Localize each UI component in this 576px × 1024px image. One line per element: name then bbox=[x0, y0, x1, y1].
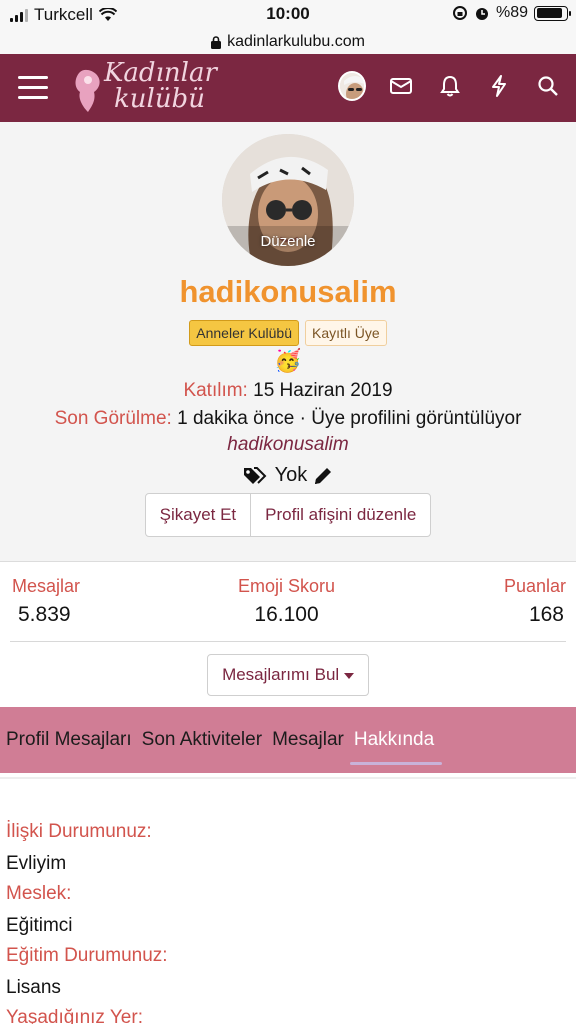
tab-about[interactable]: Hakkında bbox=[349, 729, 443, 765]
about-question: Meslek: bbox=[6, 883, 72, 904]
logo-icon bbox=[75, 69, 100, 112]
alarm-icon bbox=[475, 8, 488, 20]
stat-points-label: Puanlar bbox=[503, 576, 566, 596]
profile-stats: Mesajlar 5.839 Emoji Skoru 16.100 Puanla… bbox=[10, 562, 566, 642]
logo-line2: kulübü bbox=[114, 84, 205, 114]
joined-value: 15 Haziran 2019 bbox=[253, 380, 393, 401]
rotation-lock-icon bbox=[452, 6, 467, 20]
stat-messages[interactable]: Mesajlar 5.839 bbox=[12, 576, 80, 627]
status-indicators: %89 bbox=[452, 4, 571, 22]
status-bar: Turkcell 10:00 %89 bbox=[0, 0, 576, 30]
stat-messages-label: Mesajlar bbox=[12, 576, 81, 596]
search-icon[interactable] bbox=[534, 72, 562, 100]
about-question: Eğitim Durumunuz: bbox=[6, 945, 168, 966]
last-seen-value: 1 dakika önce · Üye profilini görüntülüy… bbox=[177, 408, 522, 429]
site-header: Kadınlar kulübü bbox=[0, 54, 576, 122]
stat-emoji-score: Emoji Skoru 16.100 bbox=[238, 576, 335, 627]
url-bar[interactable]: kadinlarkulubu.com bbox=[0, 30, 576, 54]
battery-percent: %89 bbox=[495, 4, 528, 21]
about-answer: Evliyim bbox=[6, 853, 67, 874]
last-seen-line: Son Görülme: 1 dakika önce · Üye profili… bbox=[0, 408, 576, 430]
lock-icon bbox=[211, 35, 222, 49]
report-button[interactable]: Şikayet Et bbox=[146, 494, 251, 536]
profile-header: Düzenle hadikonusalim Anneler Kulübü Kay… bbox=[0, 122, 576, 562]
pencil-icon[interactable] bbox=[313, 466, 333, 486]
stat-emoji-label: Emoji Skoru bbox=[238, 576, 336, 596]
badge-kayitli-uye[interactable]: Kayıtlı Üye bbox=[305, 320, 387, 346]
stat-messages-value: 5.839 bbox=[18, 603, 71, 626]
user-badges: Anneler Kulübü Kayıtlı Üye bbox=[0, 320, 576, 346]
find-messages-button[interactable]: Mesajlarımı Bul bbox=[207, 654, 369, 696]
last-seen-label: Son Görülme: bbox=[54, 408, 172, 429]
find-messages-label: Mesajlarımı Bul bbox=[222, 665, 340, 684]
stat-points-value: 168 bbox=[528, 603, 564, 626]
about-answer: Eğitimci bbox=[6, 915, 73, 936]
profile-avatar[interactable]: Düzenle bbox=[222, 134, 354, 266]
find-messages-row: Mesajlarımı Bul bbox=[0, 642, 576, 704]
tags-line: Yok bbox=[0, 464, 576, 487]
edit-banner-button[interactable]: Profil afişini düzenle bbox=[250, 494, 430, 536]
joined-label: Katılım: bbox=[183, 380, 248, 401]
profile-username: hadikonusalim bbox=[179, 274, 397, 309]
header-actions bbox=[338, 71, 562, 101]
stat-points[interactable]: Puanlar 168 bbox=[504, 576, 566, 627]
about-answer: Lisans bbox=[6, 977, 61, 998]
tab-profile-messages[interactable]: Profil Mesajları bbox=[6, 729, 132, 751]
site-logo[interactable]: Kadınlar kulübü bbox=[72, 60, 217, 112]
battery-icon bbox=[534, 5, 571, 21]
tab-messages[interactable]: Mesajlar bbox=[272, 729, 344, 751]
url-text: kadinlarkulubu.com bbox=[227, 33, 365, 50]
status-emoji: 🥳 bbox=[274, 348, 302, 373]
tab-recent-activity[interactable]: Son Aktiviteler bbox=[142, 729, 262, 751]
mail-icon[interactable] bbox=[387, 72, 415, 100]
about-question: Yaşadığınız Yer: bbox=[6, 1007, 143, 1024]
tags-icon bbox=[243, 466, 267, 484]
bell-icon[interactable] bbox=[436, 72, 464, 100]
tags-value: Yok bbox=[274, 464, 308, 486]
avatar-edit-label[interactable]: Düzenle bbox=[222, 233, 354, 250]
bolt-icon[interactable] bbox=[485, 72, 513, 100]
about-question: İlişki Durumunuz: bbox=[6, 821, 152, 842]
last-seen-user-link[interactable]: hadikonusalim bbox=[0, 434, 576, 456]
stat-emoji-value: 16.100 bbox=[254, 603, 319, 626]
joined-line: Katılım: 15 Haziran 2019 bbox=[0, 380, 576, 402]
avatar[interactable] bbox=[338, 71, 366, 101]
menu-icon[interactable] bbox=[18, 76, 48, 106]
about-section: İlişki Durumunuz: Evliyim Meslek: Eğitim… bbox=[0, 777, 576, 1024]
badge-anneler-kulubu[interactable]: Anneler Kulübü bbox=[189, 320, 300, 346]
profile-actions: Şikayet Et Profil afişini düzenle bbox=[144, 493, 432, 537]
caret-down-icon bbox=[343, 673, 354, 679]
profile-tabs: Profil Mesajları Son Aktiviteler Mesajla… bbox=[0, 707, 576, 773]
